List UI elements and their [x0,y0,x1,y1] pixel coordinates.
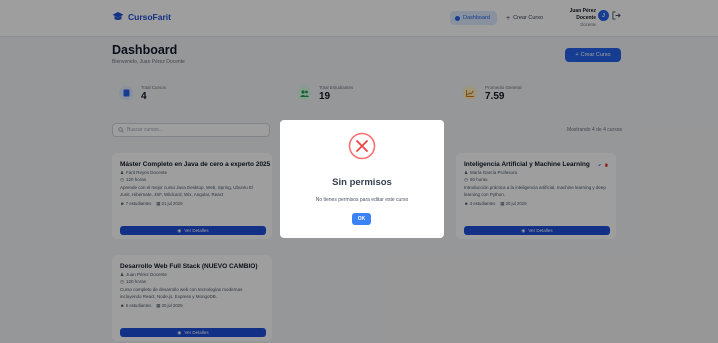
permission-modal: Sin permisos No tienes permisos para edi… [280,120,444,238]
modal-message: No tienes permisos para editar este curs… [315,197,409,203]
modal-title: Sin permisos [332,177,392,188]
ok-button[interactable]: OK [352,213,371,225]
error-x-icon [348,132,376,160]
